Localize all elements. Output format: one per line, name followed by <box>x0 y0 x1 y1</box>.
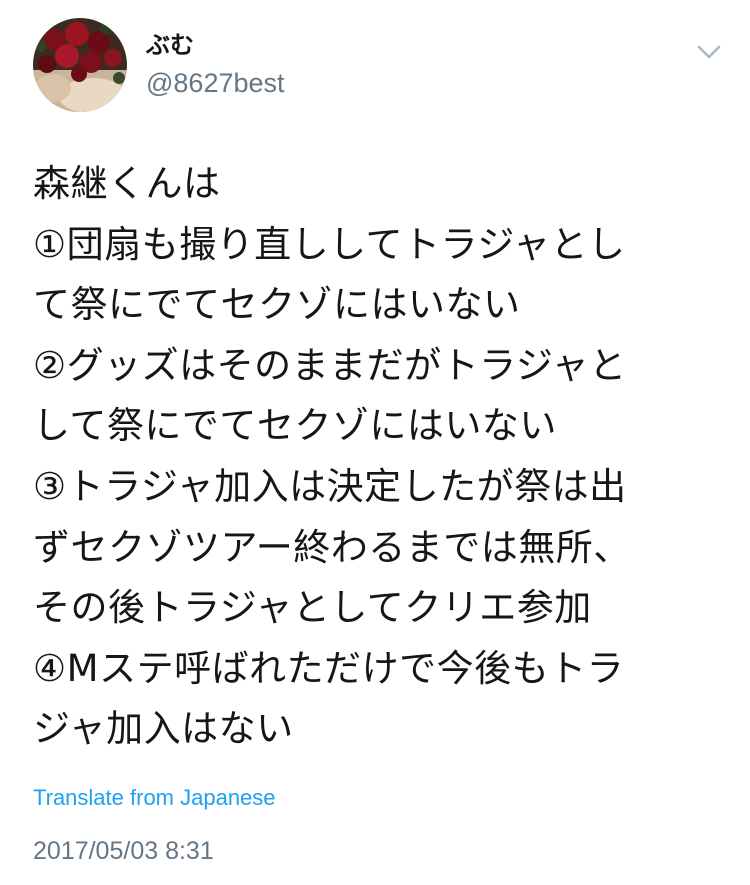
tweet-text-line: ジャ加入はない <box>33 707 294 751</box>
tweet-text-line: ①団扇も撮り直ししてトラジャとし <box>33 222 626 266</box>
chevron-down-icon <box>697 45 721 59</box>
tweet-text: 森継くんは ①団扇も撮り直ししてトラジャとし て祭にでてセクゾにはいない ②グッ… <box>33 154 723 760</box>
author-username[interactable]: @8627best <box>146 67 285 99</box>
tweet-text-line: 森継くんは <box>33 162 221 205</box>
avatar[interactable] <box>33 18 127 112</box>
tweet-menu-button[interactable] <box>694 40 724 64</box>
tweet-text-line: して祭にでてセクゾにはいない <box>33 404 557 448</box>
tweet-text-line: ③トラジャ加入は決定したが祭は出 <box>33 464 627 508</box>
avatar-photo-roses <box>33 18 127 112</box>
tweet-text-line: ②グッズはそのままだがトラジャと <box>33 343 627 387</box>
tweet-text-line: その後トラジャとしてクリエ参加 <box>33 586 592 630</box>
tweet-text-line: ④Mステ呼ばれただけで今後もトラ <box>33 646 625 690</box>
translate-link[interactable]: Translate from Japanese <box>33 784 276 812</box>
tweet-timestamp: 2017/05/03 8:31 <box>33 837 214 865</box>
author-display-name[interactable]: ぶむ <box>146 30 194 60</box>
tweet-text-line: ずセクゾツアー終わるまでは無所、 <box>33 525 631 569</box>
tweet-text-line: て祭にでてセクゾにはいない <box>33 283 521 327</box>
